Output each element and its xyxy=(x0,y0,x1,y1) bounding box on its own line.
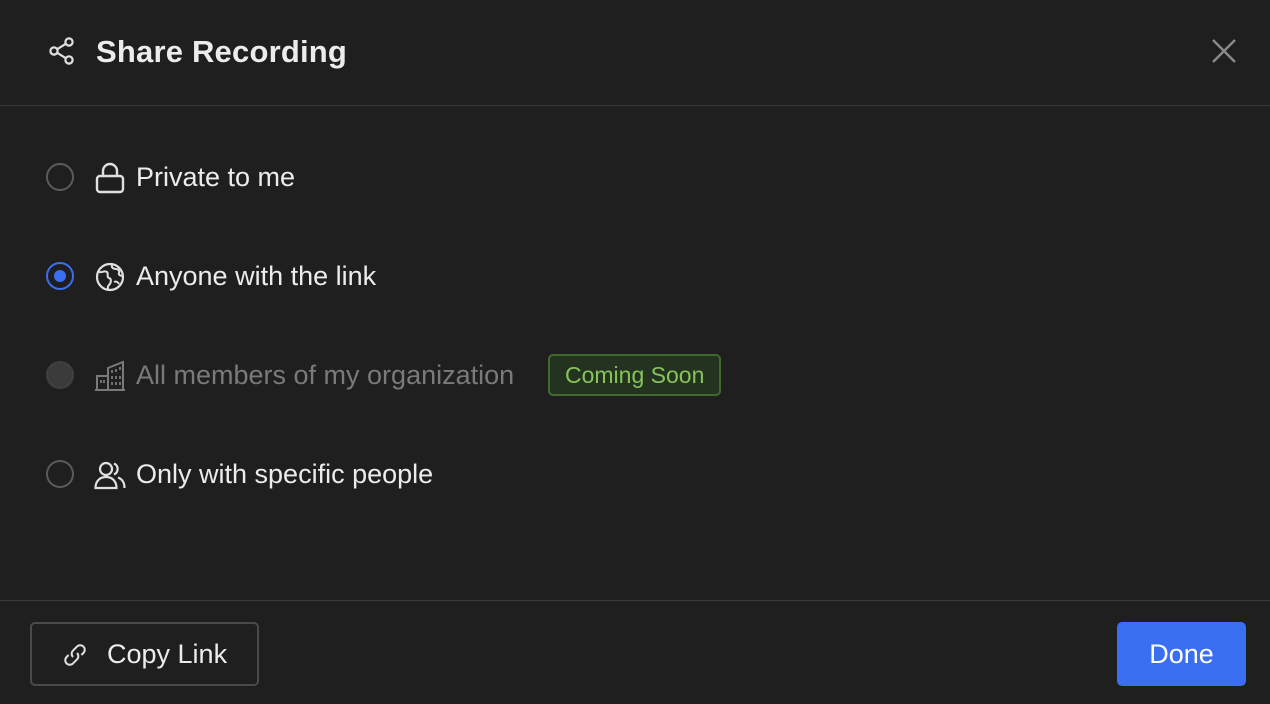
radio-anyone-with-link[interactable] xyxy=(46,262,74,290)
copy-link-label: Copy Link xyxy=(107,639,228,669)
dialog-title: Share Recording xyxy=(96,34,348,69)
people-icon xyxy=(94,461,126,490)
radio-specific-people[interactable] xyxy=(46,460,74,488)
dialog-footer: Copy Link Done xyxy=(0,600,1270,704)
done-label: Done xyxy=(1149,639,1214,669)
link-icon xyxy=(64,644,86,666)
building-icon xyxy=(95,360,125,391)
close-icon[interactable] xyxy=(1207,34,1241,68)
coming-soon-badge: Coming Soon xyxy=(548,354,722,396)
lock-icon xyxy=(95,162,125,194)
option-label: Private to me xyxy=(136,162,296,192)
radio-private[interactable] xyxy=(46,163,74,191)
share-icon xyxy=(49,37,74,65)
dialog-header: Share Recording xyxy=(0,0,1270,106)
globe-icon xyxy=(95,262,125,292)
option-label: Anyone with the link xyxy=(136,261,377,291)
share-dialog: Share Recording Private to me Anyone wit… xyxy=(0,0,1270,704)
radio-organization xyxy=(46,361,74,389)
option-label: All members of my organization xyxy=(136,360,515,390)
done-button[interactable]: Done xyxy=(1117,622,1246,686)
option-specific-people[interactable]: Only with specific people xyxy=(0,446,1270,506)
option-anyone-with-link[interactable]: Anyone with the link xyxy=(0,248,1270,308)
copy-link-button[interactable]: Copy Link xyxy=(30,622,259,686)
option-private[interactable]: Private to me xyxy=(0,149,1270,209)
option-label: Only with specific people xyxy=(136,459,434,489)
